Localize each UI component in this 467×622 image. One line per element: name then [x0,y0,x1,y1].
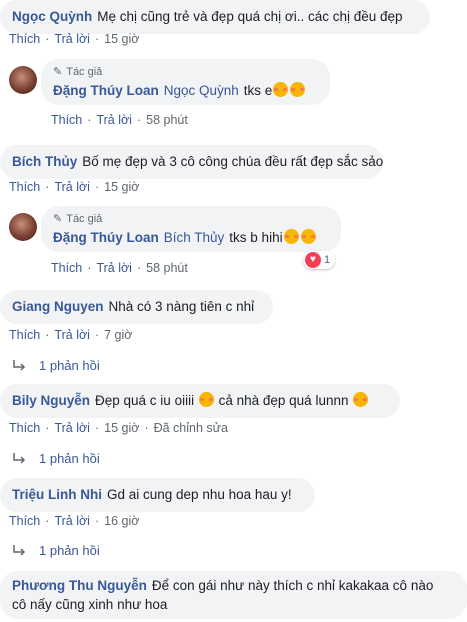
timestamp[interactable]: 16 giờ [104,514,139,528]
like-link[interactable]: Thích [51,113,82,127]
comment-actions: Thích · Trả lời · 15 giờ [9,180,140,194]
kissing-face-icon [283,229,299,244]
comment-text: Gd ai cung dep nhu hoa hau y! [107,487,292,502]
comment-text: tks e [243,83,273,98]
like-link[interactable]: Thích [51,261,82,275]
comment-bubble: Phương Thu Nguyễn Để con gái như này thíc… [0,571,467,619]
view-replies-link[interactable]: 1 phản hồi [11,358,100,373]
commenter-name[interactable]: Đặng Thúy Loan [53,230,159,245]
view-replies-link[interactable]: 1 phản hồi [11,451,100,466]
commenter-name[interactable]: Bily Nguyễn [12,393,90,408]
commenter-name[interactable]: Ngọc Quỳnh [12,9,92,24]
reply-arrow-icon [13,359,26,371]
comment-text: Mẹ chị cũng trẻ và đẹp quá chị ơi.. các … [97,9,403,24]
comment-text-continued: cả nhà đẹp quá lunnn [218,393,349,408]
comment-bubble: Ngọc Quỳnh Mẹ chị cũng trẻ và đẹp quá chị… [0,0,430,34]
timestamp[interactable]: 15 giờ [104,32,139,46]
replies-count[interactable]: 1 phản hồi [39,543,100,558]
like-link[interactable]: Thích [9,328,40,342]
timestamp[interactable]: 58 phút [146,113,188,127]
heart-reaction-icon: ♥ [305,252,321,268]
comment-text-line2: cô nấy cũng xinh như hoa [12,597,168,612]
reply-link[interactable]: Trả lời [54,32,90,46]
commenter-name[interactable]: Đặng Thúy Loan [53,83,159,98]
comment-actions: Thích · Trả lời · 15 giờ [9,32,140,46]
reply-link[interactable]: Trả lời [54,421,90,435]
timestamp[interactable]: 15 giờ [104,421,139,435]
comment-bubble: Triệu Linh Nhi Gd ai cung dep nhu hoa hau… [0,478,315,512]
like-link[interactable]: Thích [9,514,40,528]
edited-label[interactable]: Đã chỉnh sửa [154,421,228,435]
like-link[interactable]: Thích [9,32,40,46]
replies-count[interactable]: 1 phản hồi [39,358,100,373]
smiling-face-with-hearts-icon [290,82,306,97]
like-link[interactable]: Thích [9,421,40,435]
avatar[interactable] [9,213,37,241]
kissing-face-icon [300,229,316,244]
timestamp[interactable]: 7 giờ [104,328,132,342]
reply-link[interactable]: Trả lời [54,328,90,342]
author-badge: ✎ Tác giả [53,66,103,78]
timestamp[interactable]: 58 phút [146,261,188,275]
reply-arrow-icon [13,544,26,556]
comment-text: Đẹp quá c iu oiiii [95,393,195,408]
reaction-badge[interactable]: ♥ 1 [303,251,336,269]
replies-count[interactable]: 1 phản hồi [39,451,100,466]
comment-text: tks b hihi [229,230,283,245]
comment-bubble: Giang Nguyen Nhà có 3 nàng tiên c nhỉ [0,290,273,324]
reply-link[interactable]: Trả lời [96,261,132,275]
mention-tag[interactable]: Bích Thủy [164,230,225,245]
author-badge: ✎ Tác giả [53,213,103,225]
reply-bubble: ✎ Tác giả Đặng Thúy Loan Ngọc Quỳnh tks e [41,59,330,105]
comment-bubble: Bích Thủy Bố mẹ đẹp và 3 cô công chúa đều… [0,145,383,179]
reply-bubble: ✎ Tác giả Đặng Thúy Loan Bích Thủy tks b hi… [41,206,341,252]
reply-link[interactable]: Trả lời [54,514,90,528]
like-link[interactable]: Thích [9,180,40,194]
comment-text: Bố mẹ đẹp và 3 cô công chúa đều rất đẹp … [82,154,384,169]
smiling-face-with-hearts-icon [198,392,214,407]
comment-text: Để con gái như này thích c nhỉ kakakaa c… [151,578,434,593]
pencil-icon: ✎ [53,213,63,225]
reaction-count: 1 [324,254,331,266]
mention-tag[interactable]: Ngọc Quỳnh [164,83,239,98]
comment-actions: Thích · Trả lời · 15 giờ · Đã chỉnh sửa [9,421,228,435]
reply-arrow-icon [13,452,26,464]
comment-bubble: Bily Nguyễn Đẹp quá c iu oiiii cả nhà đẹp… [0,384,400,418]
commenter-name[interactable]: Triệu Linh Nhi [12,487,102,502]
avatar[interactable] [9,66,37,94]
timestamp[interactable]: 15 giờ [104,180,139,194]
reply-link[interactable]: Trả lời [96,113,132,127]
smiling-face-with-hearts-icon [353,392,369,407]
comment-actions: Thích · Trả lời · 16 giờ [9,514,140,528]
comment-actions: Thích · Trả lời · 7 giờ [9,328,133,342]
view-replies-link[interactable]: 1 phản hồi [11,543,100,558]
commenter-name[interactable]: Giang Nguyen [12,299,104,314]
pencil-icon: ✎ [53,66,63,78]
comment-actions: Thích · Trả lời · 58 phút [51,113,188,127]
commenter-name[interactable]: Phương Thu Nguyễn [12,578,147,593]
smiling-face-with-hearts-icon [273,82,289,97]
comment-actions: Thích · Trả lời · 58 phút [51,261,188,275]
commenter-name[interactable]: Bích Thủy [12,154,77,169]
comment-text: Nhà có 3 nàng tiên c nhỉ [108,299,255,314]
reply-link[interactable]: Trả lời [54,180,90,194]
